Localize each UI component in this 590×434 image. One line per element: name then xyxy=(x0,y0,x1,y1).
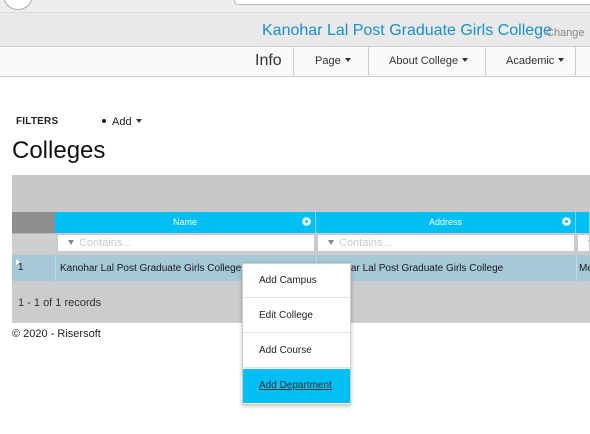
row-extra-cell[interactable]: Me xyxy=(579,263,590,274)
menu-item-add-department[interactable]: Add Department xyxy=(243,369,350,403)
column-header-label: Name xyxy=(172,217,197,227)
college-name-title[interactable]: Kanohar Lal Post Graduate Girls College xyxy=(262,22,552,40)
row-context-menu: Add Campus Edit College Add Course Add D… xyxy=(242,263,351,405)
bullet-icon xyxy=(102,119,106,123)
cell-divider xyxy=(55,255,56,281)
filter-placeholder: Contains... xyxy=(339,237,392,249)
filters-toggle[interactable]: FILTERS xyxy=(16,116,58,127)
column-settings-gear-icon[interactable] xyxy=(303,218,310,225)
footer-copyright: © 2020 - Risersoft xyxy=(12,328,101,340)
add-label: Add xyxy=(112,116,132,128)
browser-top-strip xyxy=(0,0,590,13)
nav-item-page[interactable]: Page xyxy=(315,55,351,67)
column-header-name[interactable]: Name xyxy=(55,212,316,233)
site-header: Kanohar Lal Post Graduate Girls College … xyxy=(0,13,590,46)
records-count: 1 - 1 of 1 records xyxy=(18,297,102,309)
name-filter-input[interactable]: Contains... xyxy=(57,234,315,252)
change-college-link[interactable]: Change xyxy=(546,27,585,39)
round-button[interactable] xyxy=(4,0,32,10)
nav-divider xyxy=(368,47,369,76)
column-header-label: Address xyxy=(428,217,463,227)
row-address-cell[interactable]: Kanohar Lal Post Graduate Girls College xyxy=(322,263,572,274)
nav-item-academic[interactable]: Academic xyxy=(506,55,565,67)
nav-item-label: Page xyxy=(315,55,341,67)
address-filter-input[interactable]: Contains... xyxy=(317,234,575,252)
chevron-down-icon xyxy=(462,58,469,62)
nav-info-label: Info xyxy=(255,52,282,69)
filter-funnel-icon[interactable] xyxy=(328,240,334,245)
column-header-extra[interactable] xyxy=(576,212,590,233)
filter-placeholder: Contains... xyxy=(79,237,132,249)
nav-divider xyxy=(485,47,486,76)
page-title: Colleges xyxy=(12,137,106,164)
chevron-down-icon xyxy=(344,58,351,62)
filter-funnel-icon[interactable] xyxy=(68,240,74,245)
column-header-address[interactable]: Address xyxy=(316,212,576,233)
grid-group-panel xyxy=(12,175,590,212)
filter-row-corner xyxy=(12,233,55,254)
chevron-down-icon xyxy=(558,58,565,62)
add-dropdown-button[interactable]: Add xyxy=(102,116,142,128)
column-settings-gear-icon[interactable] xyxy=(563,218,570,225)
nav-item-label: About College xyxy=(389,55,459,67)
cell-divider xyxy=(576,255,577,281)
nav-divider xyxy=(293,47,294,76)
row-index: 1 xyxy=(18,262,24,273)
grid-header-corner xyxy=(12,212,55,233)
main-nav: Info Page About College Academic xyxy=(0,46,590,77)
nav-item-label: Academic xyxy=(506,55,555,67)
menu-item-add-course[interactable]: Add Course xyxy=(243,334,350,368)
menu-item-edit-college[interactable]: Edit College xyxy=(243,299,350,333)
chevron-down-icon xyxy=(135,119,142,123)
menu-item-add-campus[interactable]: Add Campus xyxy=(243,264,350,298)
nav-item-about-college[interactable]: About College xyxy=(389,55,469,67)
extra-filter-input[interactable] xyxy=(577,234,590,252)
top-search-box[interactable] xyxy=(234,0,590,5)
nav-divider xyxy=(575,47,576,76)
